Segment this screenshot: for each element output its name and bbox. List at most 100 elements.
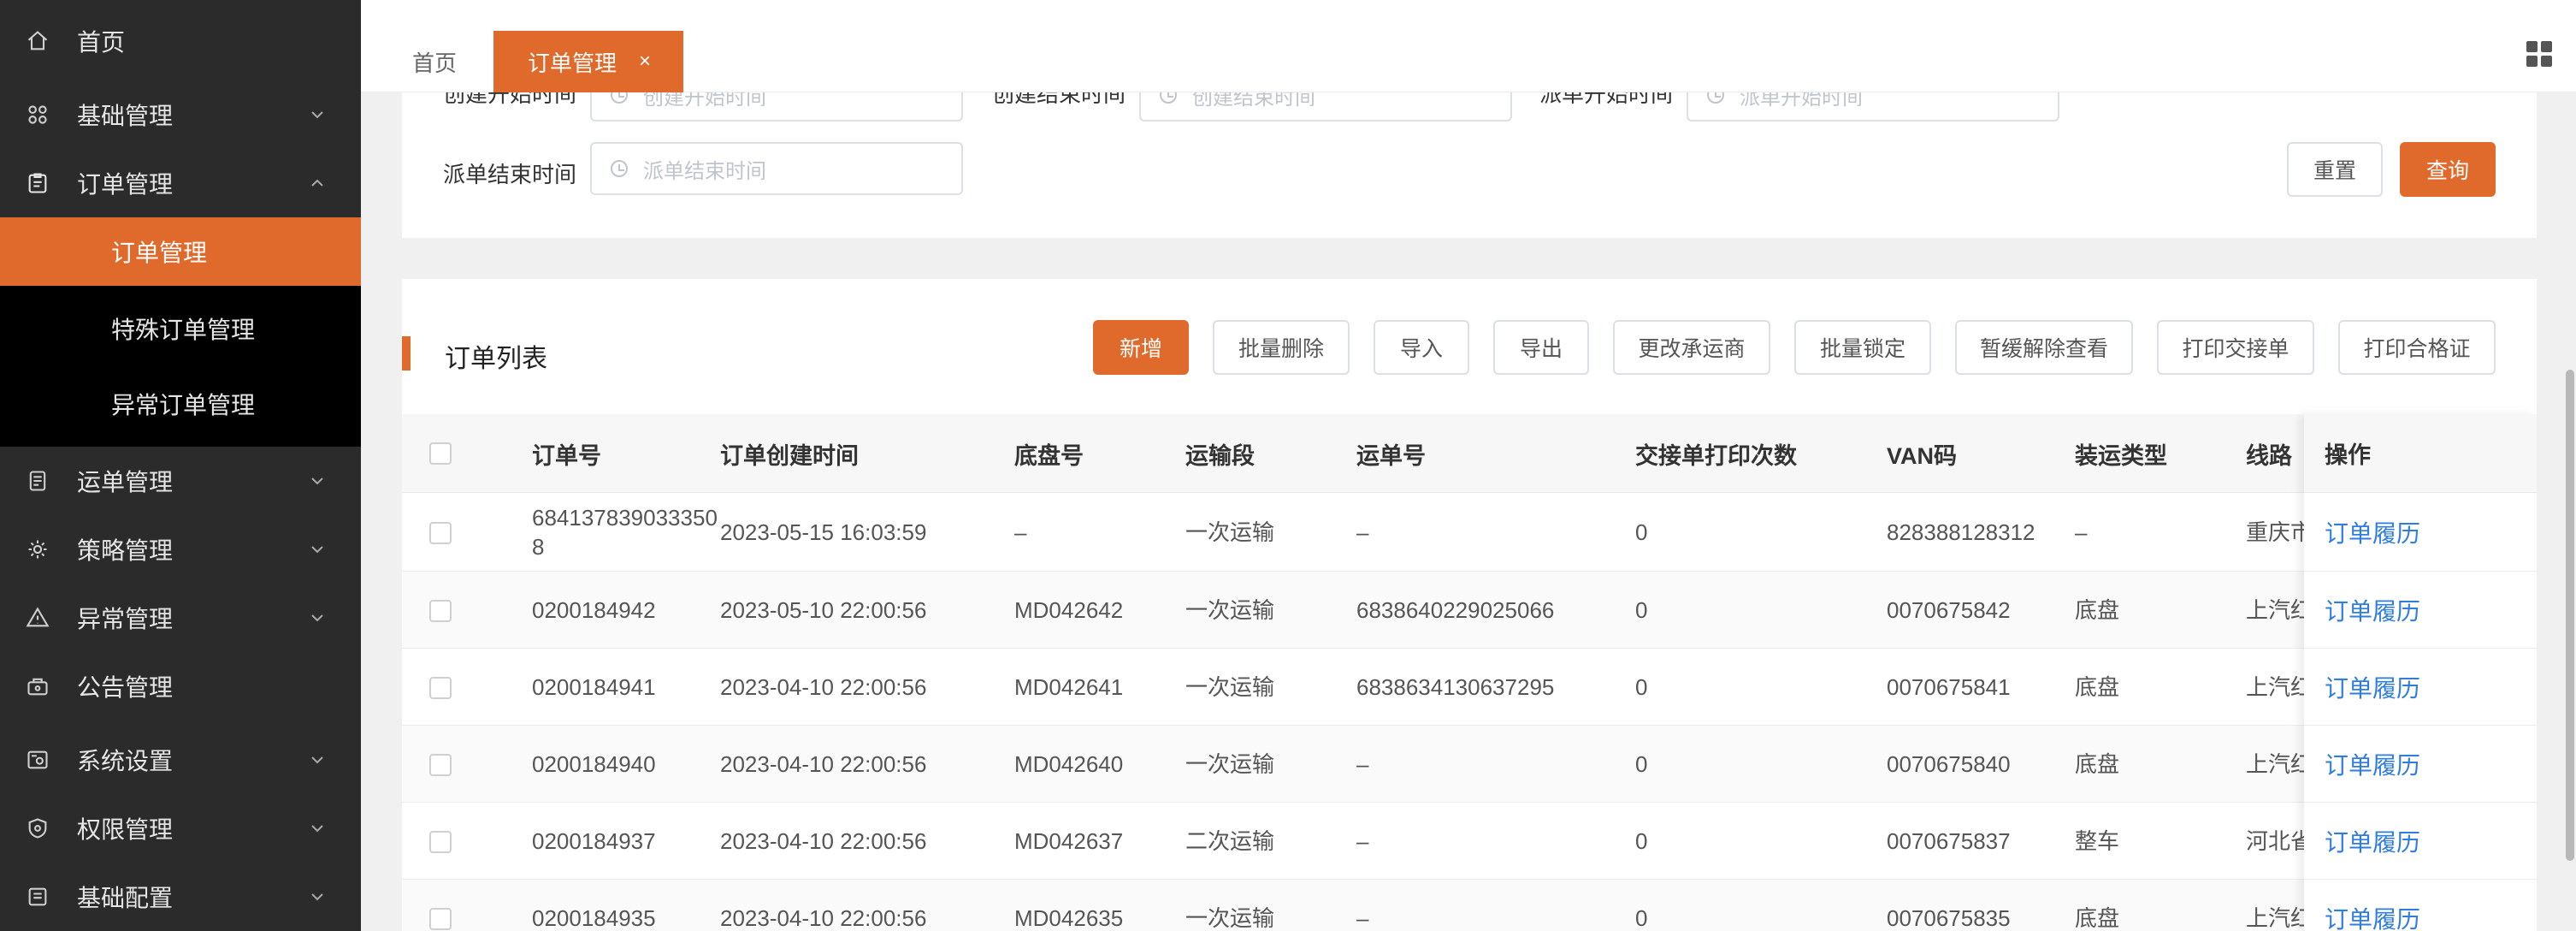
scrollbar-thumb[interactable]: [2566, 370, 2574, 861]
table-row[interactable]: 0200184937 2023-04-10 22:00:56 MD042637 …: [402, 803, 2537, 880]
sidebar-item-home[interactable]: 首页: [0, 15, 361, 67]
chassis-number: MD042635: [1014, 905, 1124, 931]
order-number: 0200184937: [532, 828, 656, 854]
tab-home[interactable]: 首页: [412, 31, 457, 92]
order-history-link[interactable]: 订单履历: [2304, 803, 2537, 880]
transport-segment: 二次运输: [1185, 828, 1275, 854]
created-time: 2023-05-15 16:03:59: [720, 519, 927, 545]
row-checkbox[interactable]: [429, 677, 452, 699]
transport-segment: 一次运输: [1185, 674, 1275, 700]
warning-icon: [24, 604, 51, 632]
print-count: 0: [1635, 674, 1648, 700]
row-checkbox[interactable]: [429, 600, 452, 622]
table-row[interactable]: 0200184940 2023-04-10 22:00:56 MD042640 …: [402, 726, 2537, 803]
query-button[interactable]: 查询: [2400, 142, 2496, 197]
reset-button[interactable]: 重置: [2287, 142, 2383, 197]
import-button[interactable]: 导入: [1374, 320, 1469, 375]
chevron-down-icon: [308, 105, 327, 124]
column-header[interactable]: 订单号: [532, 414, 601, 493]
sidebar: 首页 基础管理 订单管理 订单管理 特殊订单管理 异常订单管理 运单管理 策略管…: [0, 0, 361, 931]
sidebar-item-label: 基础配置: [77, 885, 174, 911]
created-time: 2023-04-10 22:00:56: [720, 751, 927, 777]
column-header[interactable]: VAN码: [1887, 414, 1957, 493]
dispatch-start-label: 派单开始时间: [1539, 92, 1674, 107]
chevron-down-icon: [308, 887, 327, 906]
waybill-number: –: [1356, 519, 1369, 545]
batch-delete-button[interactable]: 批量删除: [1213, 320, 1350, 375]
view-suspension-release-button[interactable]: 暂缓解除查看: [1955, 320, 2133, 375]
column-header[interactable]: 交接单打印次数: [1635, 414, 1797, 493]
sidebar-item-system-settings[interactable]: 系统设置: [0, 734, 361, 786]
order-history-link[interactable]: 订单履历: [2304, 493, 2537, 572]
sidebar-item-exception[interactable]: 异常管理: [0, 592, 361, 643]
created-start-input[interactable]: 创建开始时间: [590, 92, 963, 122]
add-button[interactable]: 新增: [1093, 320, 1189, 375]
dispatch-start-input[interactable]: 派单开始时间: [1687, 92, 2059, 122]
chevron-down-icon: [308, 608, 327, 627]
dispatch-end-input[interactable]: 派单结束时间: [590, 142, 963, 195]
print-count: 0: [1635, 751, 1648, 777]
print-certificate-button[interactable]: 打印合格证: [2338, 320, 2496, 375]
column-header[interactable]: 订单创建时间: [720, 414, 859, 493]
created-end-input[interactable]: 创建结束时间: [1139, 92, 1512, 122]
close-icon[interactable]: ×: [639, 50, 651, 74]
order-history-link[interactable]: 订单履历: [2304, 572, 2537, 649]
column-header[interactable]: 底盘号: [1014, 414, 1084, 493]
sidebar-item-label: 运单管理: [77, 469, 174, 495]
clock-icon: [1160, 92, 1177, 104]
dispatch-end-placeholder: 派单结束时间: [643, 159, 766, 183]
page-scrollbar[interactable]: [2564, 0, 2576, 931]
chassis-number: MD042640: [1014, 751, 1124, 777]
chevron-down-icon: [308, 540, 327, 559]
export-button[interactable]: 导出: [1493, 320, 1589, 375]
transport-segment: 一次运输: [1185, 597, 1275, 623]
row-checkbox[interactable]: [429, 754, 452, 776]
change-carrier-button[interactable]: 更改承运商: [1613, 320, 1770, 375]
submenu-item-exception-orders[interactable]: 异常订单管理: [0, 370, 361, 438]
sidebar-item-permissions[interactable]: 权限管理: [0, 803, 361, 854]
title-marker: [402, 336, 411, 371]
order-history-link[interactable]: 订单履历: [2304, 726, 2537, 803]
row-checkbox[interactable]: [429, 908, 452, 930]
sidebar-item-orders[interactable]: 订单管理: [0, 157, 361, 209]
van-code: 0070675840: [1887, 751, 2011, 777]
transport-segment: 一次运输: [1185, 751, 1275, 777]
row-checkbox[interactable]: [429, 831, 452, 853]
column-header[interactable]: 运输段: [1185, 414, 1255, 493]
gear-icon: [24, 536, 51, 563]
submenu-item-order-management[interactable]: 订单管理: [0, 217, 361, 286]
tab-order-management[interactable]: 订单管理 ×: [493, 31, 683, 92]
clock-icon: [1707, 92, 1724, 104]
row-checkbox[interactable]: [429, 522, 452, 544]
print-count: 0: [1635, 828, 1648, 854]
column-header[interactable]: 线路: [2246, 414, 2292, 493]
sidebar-item-announcement[interactable]: 公告管理: [0, 661, 361, 712]
table-row[interactable]: 0200184942 2023-05-10 22:00:56 MD042642 …: [402, 572, 2537, 649]
sidebar-item-strategy[interactable]: 策略管理: [0, 524, 361, 575]
sidebar-item-basic-config[interactable]: 基础配置: [0, 871, 361, 922]
order-history-link[interactable]: 订单履历: [2304, 880, 2537, 931]
waybill-number: 6838640229025066: [1356, 597, 1555, 623]
sidebar-item-label: 基础管理: [77, 103, 174, 129]
sidebar-item-waybill[interactable]: 运单管理: [0, 455, 361, 507]
apps-grid-icon[interactable]: [2526, 41, 2554, 68]
select-all-checkbox[interactable]: [429, 442, 452, 465]
order-history-link[interactable]: 订单履历: [2304, 649, 2537, 726]
table-row[interactable]: 0200184935 2023-04-10 22:00:56 MD042635 …: [402, 880, 2537, 931]
submenu-item-label: 订单管理: [111, 240, 208, 266]
column-header[interactable]: 运单号: [1356, 414, 1426, 493]
created-end-label: 创建结束时间: [992, 92, 1126, 107]
megaphone-icon: [24, 673, 51, 700]
table-row[interactable]: 6841378390333508 2023-05-15 16:03:59 – 一…: [402, 493, 2537, 572]
batch-lock-button[interactable]: 批量锁定: [1794, 320, 1931, 375]
table-row[interactable]: 0200184941 2023-04-10 22:00:56 MD042641 …: [402, 649, 2537, 726]
van-code: 0070675842: [1887, 597, 2011, 623]
print-handover-button[interactable]: 打印交接单: [2157, 320, 2314, 375]
list-icon: [24, 883, 51, 910]
chevron-down-icon: [308, 471, 327, 490]
dispatch-start-placeholder: 派单开始时间: [1740, 92, 1863, 110]
sidebar-item-basic[interactable]: 基础管理: [0, 89, 361, 140]
submenu-item-special-orders[interactable]: 特殊订单管理: [0, 294, 361, 363]
created-end-placeholder: 创建结束时间: [1192, 92, 1315, 110]
column-header[interactable]: 装运类型: [2075, 414, 2167, 493]
